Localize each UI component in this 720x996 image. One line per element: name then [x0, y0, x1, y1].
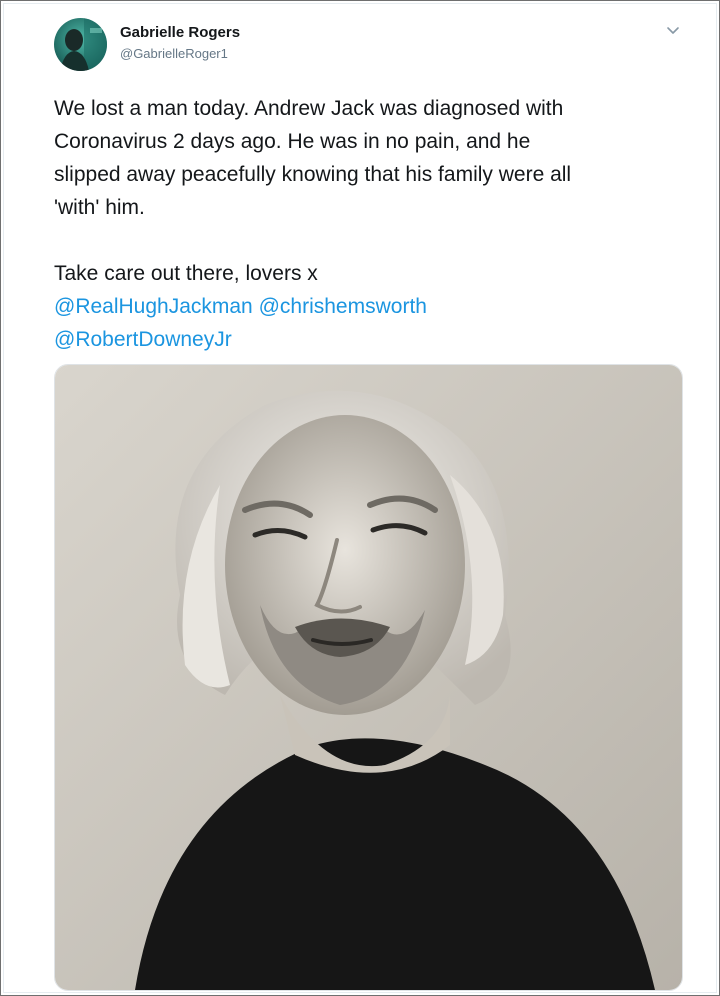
tweet-photo[interactable]	[54, 364, 683, 991]
chevron-down-icon[interactable]	[664, 22, 682, 40]
author-handle[interactable]: @GabrielleRoger1	[120, 46, 228, 61]
tweet-line: Coronavirus 2 days ago. He was in no pai…	[54, 130, 531, 153]
mention-link[interactable]: @chrishemsworth	[259, 295, 427, 318]
tweet-line: Take care out there, lovers x	[54, 262, 318, 285]
tweet-card: Gabrielle Rogers @GabrielleRoger1 We los…	[3, 3, 717, 993]
author-name[interactable]: Gabrielle Rogers	[120, 24, 240, 41]
portrait-photo-icon	[55, 365, 682, 990]
mention-link[interactable]: @RobertDowneyJr	[54, 328, 232, 351]
mention-line: @RealHughJackman @chrishemsworth	[54, 290, 694, 323]
screenshot-frame: Gabrielle Rogers @GabrielleRoger1 We los…	[0, 0, 720, 996]
tweet-line: We lost a man today. Andrew Jack was dia…	[54, 97, 564, 120]
avatar-photo-icon	[54, 18, 107, 71]
avatar[interactable]	[54, 18, 107, 71]
tweet-text: We lost a man today. Andrew Jack was dia…	[54, 92, 694, 356]
tweet-line: slipped away peacefully knowing that his…	[54, 163, 572, 186]
mention-line: @RobertDowneyJr	[54, 323, 694, 356]
tweet-line: 'with' him.	[54, 196, 145, 219]
mention-link[interactable]: @RealHughJackman	[54, 295, 253, 318]
